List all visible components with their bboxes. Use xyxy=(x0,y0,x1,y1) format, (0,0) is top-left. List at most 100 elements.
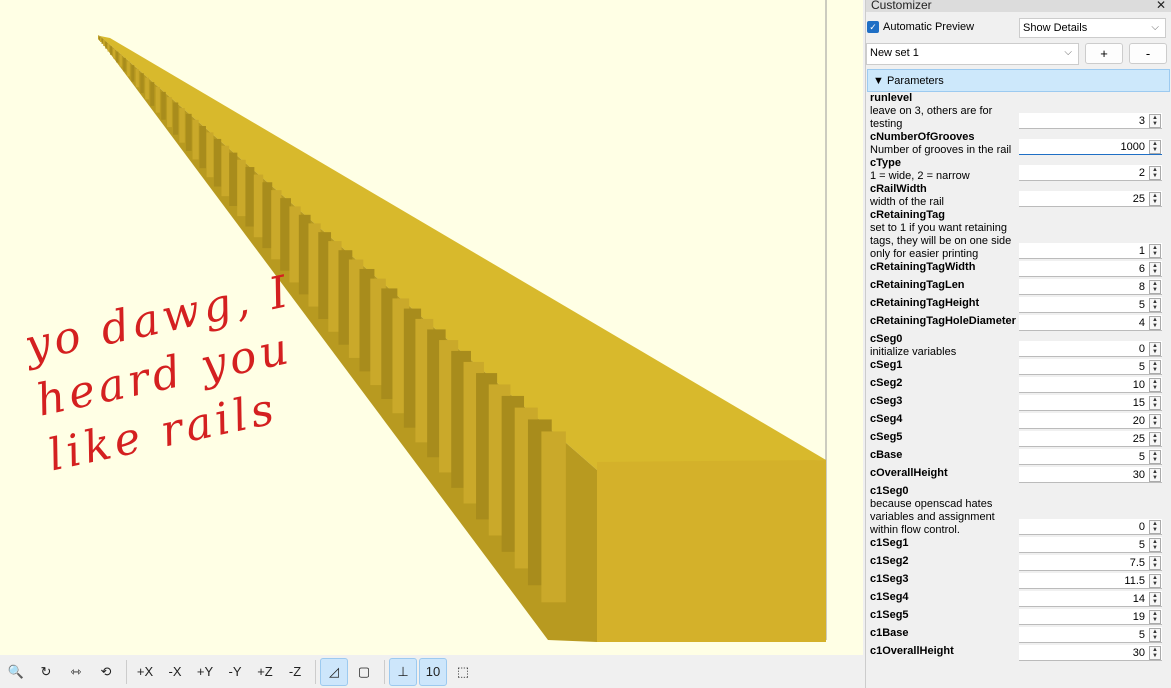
view-front-button[interactable]: -Y xyxy=(221,658,249,686)
spin-arrows-icon[interactable]: ▲▼ xyxy=(1149,538,1161,552)
rail-groove xyxy=(229,153,237,206)
spin-arrows-icon[interactable]: ▲▼ xyxy=(1149,414,1161,428)
parameter-spinbox[interactable]: 8▲▼ xyxy=(1019,279,1162,295)
view-right-button[interactable]: +X xyxy=(131,658,159,686)
spin-arrows-icon[interactable]: ▲▼ xyxy=(1149,342,1161,356)
parameter-description: set to 1 if you want retaining tags, the… xyxy=(870,222,1018,261)
spin-arrows-icon[interactable]: ▲▼ xyxy=(1149,378,1161,392)
perspective-button[interactable]: ◿ xyxy=(320,658,348,686)
parameter-spinbox[interactable]: 2▲▼ xyxy=(1019,165,1162,181)
parameter-name: runlevel xyxy=(870,92,1018,105)
parameter-spinbox[interactable]: 1000 ▲▼ xyxy=(1019,139,1162,155)
show-details-select[interactable]: Show Details⌵ xyxy=(1019,18,1166,38)
spin-arrows-icon[interactable]: ▲▼ xyxy=(1149,628,1161,642)
parameter-spinbox[interactable]: 5▲▼ xyxy=(1019,627,1162,643)
add-preset-button[interactable]: + xyxy=(1085,43,1123,64)
automatic-preview-checkbox[interactable]: ✓ xyxy=(867,21,879,33)
parameter-spinbox[interactable]: 20▲▼ xyxy=(1019,413,1162,429)
parameter-spinbox[interactable]: 5▲▼ xyxy=(1019,537,1162,553)
parameter-spinbox[interactable]: 11.5▲▼ xyxy=(1019,573,1162,589)
3d-viewport[interactable]: yo dawg, I heard you like rails xyxy=(0,0,863,655)
spin-arrows-icon[interactable]: ▲▼ xyxy=(1149,610,1161,624)
parameter-spinbox[interactable]: 14▲▼ xyxy=(1019,591,1162,607)
parameter-value: 5 xyxy=(1139,451,1145,463)
orthogonal-button[interactable]: ▢ xyxy=(350,658,378,686)
parameter-value: 30 xyxy=(1133,469,1145,481)
parameter-value: 1000 xyxy=(1121,141,1145,153)
view-bottom-button[interactable]: -Z xyxy=(281,658,309,686)
spin-arrows-icon[interactable]: ▲▼ xyxy=(1149,556,1161,570)
preset-select[interactable]: New set 1⌵ xyxy=(866,43,1079,65)
rail-groove xyxy=(173,102,178,134)
parameter-spinbox[interactable]: 0▲▼ xyxy=(1019,519,1162,535)
rail-groove xyxy=(245,167,254,226)
parameter-spinbox[interactable]: 3▲▼ xyxy=(1019,113,1162,129)
rail-groove xyxy=(199,126,206,168)
show-axes-button[interactable]: ⊥ xyxy=(389,658,417,686)
rail-groove xyxy=(161,92,166,120)
view-top-button[interactable]: +Z xyxy=(251,658,279,686)
parameter-spinbox[interactable]: 0▲▼ xyxy=(1019,341,1162,357)
parameter-spinbox[interactable]: 5 ▲▼ xyxy=(1019,449,1162,465)
spin-arrows-icon[interactable]: ▲▼ xyxy=(1149,316,1161,330)
spin-arrows-icon[interactable]: ▲▼ xyxy=(1149,468,1161,482)
reset-view-button[interactable]: ↻ xyxy=(32,658,60,686)
triangle-down-icon: ▼ xyxy=(873,75,884,87)
rotate-45-button[interactable]: ⟲ xyxy=(92,658,120,686)
parameter-spinbox[interactable]: 5▲▼ xyxy=(1019,359,1162,375)
parameter-spinbox[interactable]: 19▲▼ xyxy=(1019,609,1162,625)
zoom-all-icon: 🔍 xyxy=(8,664,24,680)
spin-arrows-icon[interactable]: ▲▼ xyxy=(1149,520,1161,534)
parameter-spinbox[interactable]: 4▲▼ xyxy=(1019,315,1162,331)
parameter-spinbox[interactable]: 6▲▼ xyxy=(1019,261,1162,277)
spin-arrows-icon[interactable]: ▲▼ xyxy=(1149,450,1161,464)
rail-groove xyxy=(131,65,134,82)
parameter-spinbox[interactable]: 30▲▼ xyxy=(1019,645,1162,661)
show-scale-button[interactable]: 10 xyxy=(419,658,447,686)
spin-arrows-icon[interactable]: ▲▼ xyxy=(1149,432,1161,446)
remove-preset-button[interactable]: - xyxy=(1129,43,1167,64)
parameter-description: 1 = wide, 2 = narrow xyxy=(870,170,1018,183)
spin-arrows-icon[interactable]: ▲▼ xyxy=(1149,114,1161,128)
spin-arrows-icon[interactable]: ▲▼ xyxy=(1149,280,1161,294)
parameter-spinbox[interactable]: 15▲▼ xyxy=(1019,395,1162,411)
parameter-value: 10 xyxy=(1133,379,1145,391)
parameter-spinbox[interactable]: 7.5▲▼ xyxy=(1019,555,1162,571)
automatic-preview-label: Automatic Preview xyxy=(883,21,974,33)
parameter-spinbox[interactable]: 5▲▼ xyxy=(1019,297,1162,313)
chevron-down-icon: ⌵ xyxy=(1064,44,1072,62)
spin-arrows-icon[interactable]: ▲▼ xyxy=(1149,298,1161,312)
parameter-description: leave on 3, others are for testing xyxy=(870,105,1018,131)
parameter-spinbox[interactable]: 25▲▼ xyxy=(1019,191,1162,207)
spin-arrows-icon[interactable]: ▲▼ xyxy=(1149,262,1161,276)
parameter-spinbox[interactable]: 25▲▼ xyxy=(1019,431,1162,447)
show-edges-button[interactable]: ⬚ xyxy=(449,658,477,686)
parameter-spinbox[interactable]: 10 ▲▼ xyxy=(1019,377,1162,393)
spin-arrows-icon[interactable]: ▲▼ xyxy=(1149,396,1161,410)
parameter-row: cBase5▲▼ xyxy=(870,449,1170,467)
spin-arrows-icon[interactable]: ▲▼ xyxy=(1149,592,1161,606)
rail-groove xyxy=(254,175,263,238)
parameters-section-header[interactable]: ▼ Parameters xyxy=(867,69,1170,92)
parameter-name: c1OverallHeight xyxy=(870,645,1018,658)
spin-arrows-icon[interactable]: ▲▼ xyxy=(1149,574,1161,588)
spin-arrows-icon[interactable]: ▲▼ xyxy=(1149,244,1161,258)
parameter-row: cNumberOfGroovesNumber of grooves in the… xyxy=(870,131,1170,157)
parameter-spinbox[interactable]: 30 ▲▼ xyxy=(1019,467,1162,483)
spin-arrows-icon[interactable]: ▲▼ xyxy=(1149,360,1161,374)
close-icon[interactable]: ✕ xyxy=(1156,0,1166,10)
parameter-row: cRetainingTagLen8▲▼ xyxy=(870,279,1170,297)
view-left-icon: -X xyxy=(169,664,182,679)
parameter-row: c1Base5▲▼ xyxy=(870,627,1170,645)
parameter-row: c1Seg311.5▲▼ xyxy=(870,573,1170,591)
parameter-spinbox[interactable]: 1▲▼ xyxy=(1019,243,1162,259)
spin-arrows-icon[interactable]: ▲▼ xyxy=(1149,140,1161,154)
spin-arrows-icon[interactable]: ▲▼ xyxy=(1149,192,1161,206)
view-back-button[interactable]: +Y xyxy=(191,658,219,686)
view-all-button[interactable]: ⇿ xyxy=(62,658,90,686)
view-left-button[interactable]: -X xyxy=(161,658,189,686)
parameter-row: cRetainingTagWidth6▲▼ xyxy=(870,261,1170,279)
spin-arrows-icon[interactable]: ▲▼ xyxy=(1149,166,1161,180)
spin-arrows-icon[interactable]: ▲▼ xyxy=(1149,646,1161,660)
zoom-all-button[interactable]: 🔍 xyxy=(2,658,30,686)
